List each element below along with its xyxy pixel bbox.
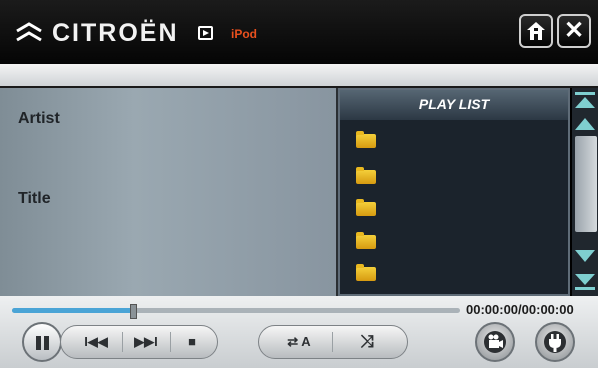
scroll-down-icon[interactable] <box>573 246 597 266</box>
stop-button[interactable]: ■ <box>172 327 212 357</box>
artist-label: Artist <box>18 110 60 127</box>
playlist-title: PLAY LIST <box>340 90 568 120</box>
home-icon <box>527 22 545 40</box>
power-button[interactable] <box>535 322 575 362</box>
source-label: iPod <box>231 27 257 41</box>
folder-icon[interactable] <box>356 131 376 148</box>
home-button[interactable] <box>519 14 553 48</box>
play-square-icon <box>198 26 213 40</box>
progress-fill <box>12 308 133 313</box>
shuffle-button[interactable]: ⤨ <box>336 327 398 357</box>
next-button[interactable]: ▶▶I <box>124 327 168 357</box>
previous-button[interactable]: I◀◀ <box>74 327 118 357</box>
citroen-chevrons-icon <box>16 22 42 42</box>
video-button[interactable] <box>475 322 515 362</box>
title-label: Title <box>18 190 51 207</box>
top-bar: CITROËN iPod ✕ <box>0 0 598 64</box>
scroll-thumb[interactable] <box>575 136 597 232</box>
plug-icon <box>544 331 566 353</box>
progress-bar[interactable] <box>12 304 460 319</box>
divider <box>170 332 171 352</box>
close-icon: ✕ <box>563 17 585 44</box>
playlist-panel: PLAY LIST <box>338 88 570 296</box>
scroll-top-icon[interactable] <box>573 90 597 110</box>
folder-icon[interactable] <box>356 167 376 184</box>
folder-icon[interactable] <box>356 199 376 216</box>
scroll-up-icon[interactable] <box>573 114 597 134</box>
time-readout: 00:00:00/00:00:00 <box>466 302 574 317</box>
scroll-bottom-icon[interactable] <box>573 272 597 292</box>
progress-knob[interactable] <box>129 304 137 319</box>
pause-button[interactable] <box>22 322 62 362</box>
folder-icon[interactable] <box>356 232 376 249</box>
track-info-panel: Artist Title <box>0 88 338 296</box>
close-button[interactable]: ✕ <box>557 14 591 48</box>
playlist-scrollbar[interactable] <box>572 88 598 296</box>
brand-name: CITROËN <box>52 19 179 47</box>
divider <box>122 332 123 352</box>
divider <box>332 332 333 352</box>
folder-icon[interactable] <box>356 264 376 281</box>
repeat-button[interactable]: ⇄ A <box>268 327 330 357</box>
camera-icon <box>484 331 506 353</box>
title-strip <box>0 64 598 88</box>
